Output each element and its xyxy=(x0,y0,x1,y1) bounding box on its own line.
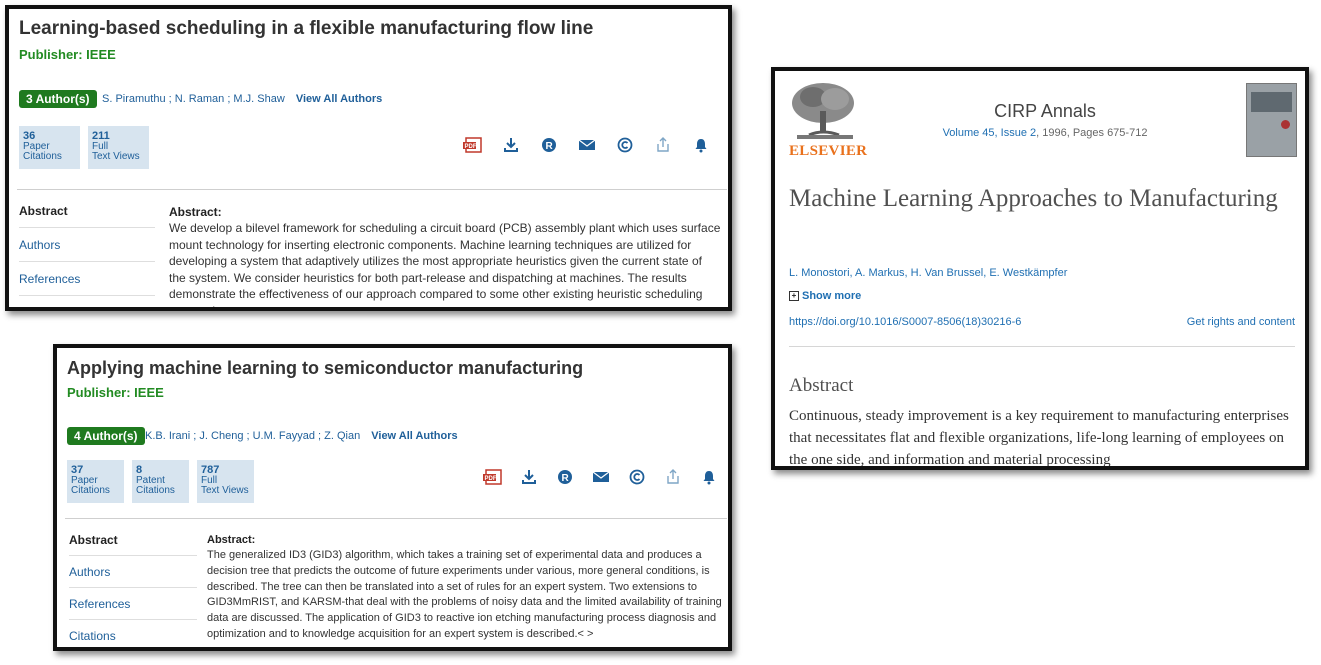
elsevier-article-card: ELSEVIER CIRP Annals Volume 45, Issue 2,… xyxy=(771,67,1309,470)
alert-bell-icon[interactable] xyxy=(691,135,711,155)
pdf-icon[interactable]: PDF xyxy=(463,135,483,155)
alert-bell-icon[interactable] xyxy=(699,467,719,487)
svg-text:R: R xyxy=(562,473,570,484)
nav-citations[interactable]: Citations xyxy=(69,620,197,647)
metric-value: 36 xyxy=(23,130,36,142)
svg-text:PDF: PDF xyxy=(485,476,497,482)
publisher-label: Publisher: IEEE xyxy=(19,47,116,62)
rights-icon[interactable]: R xyxy=(539,135,559,155)
svg-text:PDF: PDF xyxy=(465,144,477,150)
abstract-heading: Abstract xyxy=(789,375,854,396)
share-icon[interactable] xyxy=(663,467,683,487)
abstract-heading: Abstract: xyxy=(169,205,222,219)
authors-count-badge[interactable]: 3 Author(s) xyxy=(19,90,97,108)
rights-icon[interactable]: R xyxy=(555,467,575,487)
show-more-toggle[interactable]: + Show more xyxy=(789,290,861,302)
paper-title[interactable]: Applying machine learning to semiconduct… xyxy=(67,358,583,379)
paper-title[interactable]: Learning-based scheduling in a flexible … xyxy=(19,18,593,40)
action-toolbar: PDF R xyxy=(483,467,719,487)
copyright-icon[interactable] xyxy=(627,467,647,487)
abstract-text: Continuous, steady improvement is a key … xyxy=(789,408,1289,468)
plus-icon: + xyxy=(789,291,799,302)
action-toolbar: PDF R xyxy=(463,135,711,155)
metric-value: 787 xyxy=(201,464,220,476)
section-nav: Abstract Authors References xyxy=(19,194,155,296)
email-icon[interactable] xyxy=(591,467,611,487)
view-all-authors-link[interactable]: View All Authors xyxy=(296,93,382,105)
pdf-icon[interactable]: PDF xyxy=(483,467,503,487)
nav-references[interactable]: References xyxy=(69,588,197,620)
metric-label: Full Text Views xyxy=(201,475,249,496)
author-list[interactable]: L. Monostori, A. Markus, H. Van Brussel,… xyxy=(789,267,1067,279)
journal-title[interactable]: CIRP Annals xyxy=(775,101,1305,122)
abstract-text: The generalized ID3 (GID3) algorithm, wh… xyxy=(207,549,722,640)
author-names[interactable]: S. Piramuthu ; N. Raman ; M.J. Shaw xyxy=(102,93,285,105)
metric-label: Paper Citations xyxy=(71,475,110,496)
email-icon[interactable] xyxy=(577,135,597,155)
doi-link[interactable]: https://doi.org/10.1016/S0007-8506(18)30… xyxy=(789,316,1021,328)
ieee-paper-card-1: Learning-based scheduling in a flexible … xyxy=(5,5,732,311)
section-nav: Abstract Authors References Citations xyxy=(69,524,197,647)
copyright-icon[interactable] xyxy=(615,135,635,155)
get-rights-link[interactable]: Get rights and content xyxy=(1187,316,1295,328)
metric-label: Paper Citations xyxy=(23,141,62,162)
metric-patent-citations[interactable]: 8 Patent Citations xyxy=(132,460,189,503)
nav-abstract[interactable]: Abstract xyxy=(19,194,155,228)
metric-value: 211 xyxy=(92,130,110,142)
metric-full-text-views[interactable]: 787 Full Text Views xyxy=(197,460,254,503)
abstract-heading: Abstract: xyxy=(207,534,256,546)
metric-paper-citations[interactable]: 36 Paper Citations xyxy=(19,126,80,169)
metric-value: 8 xyxy=(136,464,143,476)
svg-text:R: R xyxy=(546,141,554,152)
divider xyxy=(789,346,1295,347)
show-more-label: Show more xyxy=(802,290,862,302)
view-all-authors-link[interactable]: View All Authors xyxy=(371,430,457,442)
journal-cover-thumbnail[interactable] xyxy=(1246,83,1297,157)
authors-count-badge[interactable]: 4 Author(s) xyxy=(67,427,145,445)
elsevier-wordmark: ELSEVIER xyxy=(789,143,868,159)
metric-label: Patent Citations xyxy=(136,475,175,496)
volume-info: Volume 45, Issue 2, 1996, Pages 675-712 xyxy=(775,127,1305,139)
author-list: K.B. Irani ; J. Cheng ; U.M. Fayyad ; Z.… xyxy=(145,430,458,442)
ieee-paper-card-2: Applying machine learning to semiconduct… xyxy=(53,344,732,651)
abstract-text: We develop a bilevel framework for sched… xyxy=(169,221,721,311)
metric-full-text-views[interactable]: 211 Full Text Views xyxy=(88,126,149,169)
author-names[interactable]: K.B. Irani ; J. Cheng ; U.M. Fayyad ; Z.… xyxy=(145,430,360,442)
nav-references[interactable]: References xyxy=(19,262,155,296)
volume-issue-link[interactable]: Volume 45, Issue 2 xyxy=(943,127,1037,139)
nav-authors[interactable]: Authors xyxy=(19,228,155,262)
divider xyxy=(17,189,727,190)
volume-pages: , 1996, Pages 675-712 xyxy=(1036,127,1148,139)
metric-paper-citations[interactable]: 37 Paper Citations xyxy=(67,460,124,503)
download-icon[interactable] xyxy=(519,467,539,487)
share-icon[interactable] xyxy=(653,135,673,155)
nav-authors[interactable]: Authors xyxy=(69,556,197,588)
divider xyxy=(65,518,727,519)
nav-abstract[interactable]: Abstract xyxy=(69,524,197,556)
metric-value: 37 xyxy=(71,464,84,476)
author-list: S. Piramuthu ; N. Raman ; M.J. Shaw View… xyxy=(102,93,382,105)
metric-label: Full Text Views xyxy=(92,141,140,162)
download-icon[interactable] xyxy=(501,135,521,155)
article-title: Machine Learning Approaches to Manufactu… xyxy=(789,185,1278,212)
publisher-label: Publisher: IEEE xyxy=(67,385,164,400)
